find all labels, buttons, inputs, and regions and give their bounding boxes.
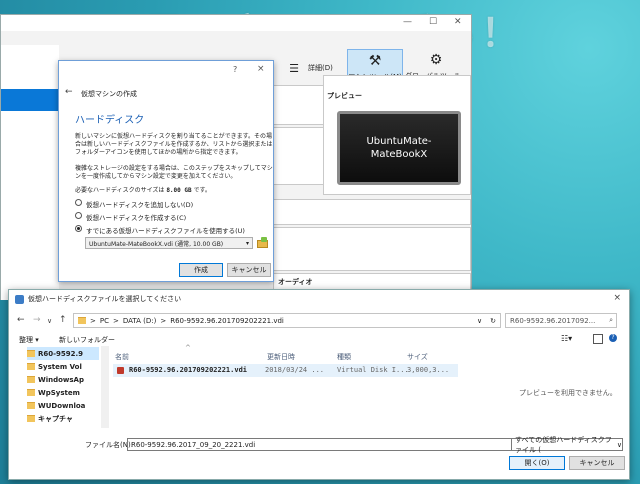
folder-browse-icon[interactable]: [257, 237, 268, 248]
tree-item[interactable]: WpSystem: [27, 386, 99, 399]
file-dialog-close-icon[interactable]: ×: [613, 293, 621, 303]
sort-indicator-icon: ^: [185, 344, 191, 352]
refresh-icon[interactable]: ↻: [490, 317, 496, 325]
view-options-icon[interactable]: ☷▾: [561, 334, 572, 343]
column-header-name[interactable]: 名前: [115, 352, 129, 362]
tree-item[interactable]: R60-9592.9: [27, 347, 99, 360]
up-icon[interactable]: ↑: [59, 315, 67, 325]
vm-preview-screen: UbuntuMate- MateBookX: [337, 111, 461, 185]
file-dialog-title: 仮想ハードディスクファイルを選択してください: [28, 295, 182, 303]
folder-tree: R60-9592.9 System Vol WindowsAp WpSystem…: [27, 347, 99, 427]
address-separator: >: [112, 316, 119, 325]
chevron-down-icon: ∨: [616, 440, 622, 449]
minimize-icon[interactable]: —: [403, 17, 412, 27]
virtualbox-icon: [15, 294, 24, 304]
create-button[interactable]: 作成: [179, 263, 223, 277]
details-panel-general: [273, 85, 325, 125]
radio-create-disk-label: 仮想ハードディスクを作成する(C): [86, 214, 187, 222]
close-icon[interactable]: ✕: [454, 17, 462, 27]
hammer-icon: ⚒: [368, 53, 382, 69]
column-header-modified[interactable]: 更新日時: [267, 352, 295, 362]
vdi-file-icon: [117, 367, 124, 374]
file-modified: 2018/03/24 ...: [265, 366, 325, 374]
address-separator: >: [90, 316, 96, 325]
search-input[interactable]: R60-9592.96.2017092... ⌕: [505, 313, 617, 328]
preview-title: プレビュー: [327, 92, 362, 100]
radio-use-existing-disk[interactable]: [75, 225, 82, 232]
details-icon: ☰: [289, 61, 299, 75]
tree-item[interactable]: System Vol: [27, 360, 99, 373]
file-type: Virtual Disk I...: [337, 366, 409, 374]
organize-menu[interactable]: 整理 ▾: [19, 335, 39, 345]
help-icon[interactable]: ?: [233, 65, 237, 74]
radio-no-disk[interactable]: [75, 199, 82, 206]
help-icon[interactable]: ?: [609, 334, 617, 342]
maximize-icon[interactable]: ☐: [429, 17, 437, 27]
preview-unavailable-message: プレビューを利用できません。: [519, 389, 617, 397]
preview-pane-icon[interactable]: [593, 334, 603, 344]
file-size: 3,000,3...: [407, 366, 450, 374]
back-arrow-icon[interactable]: ←: [65, 87, 73, 97]
search-icon: ⌕: [609, 316, 613, 324]
file-dialog-titlebar: 仮想ハードディスクファイルを選択してください ×: [9, 290, 629, 308]
breadcrumb-folder[interactable]: R60-9592.96.201709202221.vdi: [170, 317, 284, 325]
filename-input[interactable]: R60-9592.96.2017_09_20_2221.vdi: [127, 438, 515, 451]
preview-text-line1: UbuntuMate-: [366, 136, 432, 147]
window-titlebar: — ☐ ✕: [1, 15, 471, 31]
radio-no-disk-label: 仮想ハードディスクを追加しない(D): [86, 201, 194, 209]
tree-item[interactable]: WindowsAp: [27, 373, 99, 386]
existing-disk-select[interactable]: UbuntuMate-MateBookX.vdi (通常, 10.00 GB) ▾: [85, 237, 253, 249]
description-paragraph-2: 複雑なストレージの設定をする場合は、このステップをスキップしてマシ ンを一度作成…: [75, 165, 273, 180]
address-separator: >: [160, 316, 167, 325]
details-panel-storage: [273, 227, 471, 271]
file-dialog-cancel-button[interactable]: キャンセル: [569, 456, 625, 470]
forward-icon[interactable]: →: [33, 315, 41, 325]
address-dropdown-icon[interactable]: ∨: [477, 317, 482, 325]
tree-scrollbar[interactable]: [101, 346, 109, 428]
back-icon[interactable]: ←: [17, 315, 25, 325]
filename-label: ファイル名(N):: [85, 441, 134, 449]
tree-item[interactable]: WUDownloa: [27, 399, 99, 412]
details-panel-system: [273, 127, 325, 185]
file-select-dialog: 仮想ハードディスクファイルを選択してください × ← → ∨ ↑ > PC > …: [8, 289, 630, 480]
file-name: R60-9592.96.201709202221.vdi: [129, 366, 248, 374]
folder-icon: [78, 317, 86, 324]
page-heading: ハードディスク: [75, 115, 145, 126]
address-bar[interactable]: > PC > DATA (D:) > R60-9592.96.201709202…: [73, 313, 501, 328]
column-header-type[interactable]: 種類: [337, 352, 351, 362]
column-header-size[interactable]: サイズ: [407, 352, 428, 362]
dialog-title: 仮想マシンの作成: [81, 90, 137, 98]
details-panel-display: [273, 199, 471, 225]
audio-section-label: オーディオ: [278, 278, 313, 286]
global-tools-icon: ⚙: [429, 52, 443, 68]
recent-dropdown-icon[interactable]: ∨: [47, 317, 52, 325]
breadcrumb-drive[interactable]: DATA (D:): [123, 317, 156, 325]
vm-list-selected-item[interactable]: [1, 89, 59, 111]
required-size-text: 必要なハードディスクのサイズは 8.00 GB です。: [75, 187, 211, 194]
preview-text-line2: MateBookX: [370, 149, 428, 160]
chevron-down-icon: ▾: [245, 239, 249, 247]
description-paragraph-1: 新しいマシンに仮想ハードディスクを割り当てることができます。その場 合は新しいハ…: [75, 133, 273, 156]
open-button[interactable]: 開く(O): [509, 456, 565, 470]
radio-use-existing-disk-label: すでにある仮想ハードディスクファイルを使用する(U): [86, 227, 245, 235]
radio-create-disk[interactable]: [75, 212, 82, 219]
details-label: 詳細(D): [308, 64, 333, 72]
vm-list: [1, 45, 59, 300]
create-vm-dialog: ? × ← 仮想マシンの作成 ハードディスク 新しいマシンに仮想ハードディスクを…: [58, 60, 274, 282]
tree-item[interactable]: キャプチャ: [27, 412, 99, 425]
breadcrumb-pc[interactable]: PC: [100, 317, 109, 325]
dialog-close-icon[interactable]: ×: [257, 64, 265, 74]
file-row[interactable]: R60-9592.96.201709202221.vdi 2018/03/24 …: [113, 364, 458, 377]
cancel-button[interactable]: キャンセル: [227, 263, 271, 277]
new-folder-button[interactable]: 新しいフォルダー: [59, 335, 115, 345]
file-type-filter[interactable]: すべての仮想ハードディスクファイル (∨: [511, 436, 623, 454]
